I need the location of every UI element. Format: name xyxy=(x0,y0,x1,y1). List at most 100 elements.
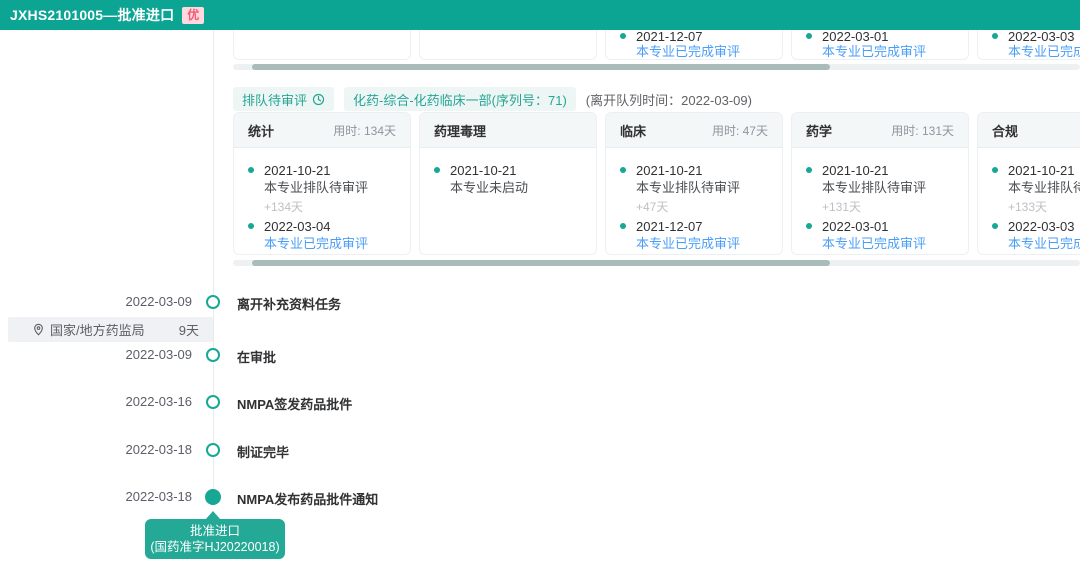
review-status-entry: 2021-10-21本专业排队待审评 xyxy=(606,162,772,196)
status-dot-icon xyxy=(806,167,812,173)
review-status-entry: 2021-10-21本专业排队待审评 xyxy=(792,162,958,196)
status-dot-icon xyxy=(992,167,998,173)
tooltip-arrow xyxy=(205,511,221,520)
review-division-tag[interactable]: 化药-综合-化药临床一部(序列号：71) xyxy=(344,87,576,111)
review-card-header: 药理毒理 xyxy=(420,113,596,148)
review-card-header: 药学用时: 131天 xyxy=(792,113,968,148)
queue-wait-duration: +131天 xyxy=(792,199,958,215)
entry-status[interactable]: 本专业已完成审评 xyxy=(636,235,772,252)
milestone-date: 2022-03-16 xyxy=(100,394,192,409)
queue-wait-duration: +47天 xyxy=(606,199,772,215)
entry-date: 2021-12-07 xyxy=(636,30,782,44)
status-dot-icon xyxy=(806,33,812,39)
entry-date: 2021-10-21 xyxy=(264,162,400,179)
entry-date: 2021-10-21 xyxy=(636,162,772,179)
review-status-entry: 2022-03-03本专业已完成审评 xyxy=(978,218,1080,252)
status-dot-icon xyxy=(992,33,998,39)
milestone-node-icon[interactable] xyxy=(206,348,220,362)
review-card: 临床 用时: 47天 2021-10-21本专业排队待审评 +47天 2021-12-0… xyxy=(605,112,783,255)
milestone-label: 离开补充资料任务 xyxy=(237,294,341,313)
entry-date: 2021-12-07 xyxy=(636,218,772,235)
milestone-node-icon[interactable] xyxy=(206,395,220,409)
entry-status[interactable]: 本专业已完成审评 xyxy=(1008,235,1080,252)
approval-result: 批准进口 xyxy=(145,523,285,539)
review-status-entry: 2022-03-01本专业已完成审评 xyxy=(792,218,958,252)
review-card-header: 统计 用时: 134天 xyxy=(234,113,410,148)
review-card-body: 2021-10-21本专业排队待审评 +47天 2021-12-07本专业已完成审评 xyxy=(606,148,782,255)
entry-status[interactable]: 本专业已完成审评 xyxy=(822,44,968,59)
leave-queue-time: (离开队列时间：2022-03-09) xyxy=(586,90,752,109)
page-title: JXHS2101005—批准进口 xyxy=(10,5,174,25)
status-dot-icon xyxy=(434,167,440,173)
queue-status-row: 排队待审评 化药-综合-化药临床一部(序列号：71) (离开队列时间：2022-… xyxy=(233,87,752,111)
agency-name: 国家/地方药监局 xyxy=(50,320,179,339)
entry-date: 2021-10-21 xyxy=(450,162,586,179)
milestone-node-icon[interactable] xyxy=(206,443,220,457)
milestone-node-icon[interactable] xyxy=(206,295,220,309)
entry-status: 本专业未启动 xyxy=(450,179,586,196)
entry-status[interactable]: 本专业已完成审评 xyxy=(264,235,400,252)
status-dot-icon xyxy=(620,223,626,229)
entry-date: 2022-03-01 xyxy=(822,30,968,44)
approval-tooltip: 批准进口 (国药准字HJ20220018) xyxy=(145,519,285,559)
review-status-entry: 2021-12-07本专业已完成审评 xyxy=(606,218,772,252)
previous-review-card: 2022-03-03本专业已完成审评 xyxy=(977,30,1080,60)
review-card: 药学用时: 131天 2021-10-21本专业排队待审评 +131天 2022-03… xyxy=(791,112,969,255)
milestone-node-filled-icon[interactable] xyxy=(205,489,221,505)
entry-date: 2022-03-01 xyxy=(822,218,958,235)
review-duration: 用时: 131天 xyxy=(891,122,954,139)
review-status-entry: 2021-12-07本专业已完成审评 xyxy=(606,30,782,59)
milestone-date: 2022-03-18 xyxy=(100,442,192,457)
milestone-date: 2022-03-18 xyxy=(100,489,192,504)
queue-status-tag[interactable]: 排队待审评 xyxy=(233,87,334,111)
location-pin-icon xyxy=(32,323,45,341)
rating-badge: 优 xyxy=(182,7,204,24)
review-status-entry: 2022-03-01本专业已完成审评 xyxy=(792,30,968,59)
milestone-date: 2022-03-09 xyxy=(100,294,192,309)
entry-date: 2022-03-03 xyxy=(1008,218,1080,235)
previous-review-card xyxy=(233,30,411,60)
entry-date: 2022-03-03 xyxy=(1008,30,1080,44)
approval-number: (国药准字HJ20220018) xyxy=(145,539,285,555)
entry-date: 2021-10-21 xyxy=(822,162,958,179)
review-discipline-name: 临床 xyxy=(620,121,646,140)
horizontal-scrollbar-bottom[interactable] xyxy=(233,260,1080,266)
review-card-body: 2021-10-21本专业排队待审评 +133天 2022-03-03本专业已完成审… xyxy=(978,148,1080,255)
review-discipline-name: 药理毒理 xyxy=(434,121,486,140)
queue-wait-duration: +134天 xyxy=(234,199,400,215)
review-card-body: 2021-10-21本专业排队待审评+134天2022-03-04本专业已完成审… xyxy=(234,148,410,255)
entry-status: 本专业排队待审评 xyxy=(264,179,400,196)
entry-status: 本专业排队待审评 xyxy=(1008,179,1080,196)
agency-duration-bar: 国家/地方药监局 9天 xyxy=(8,317,213,342)
timeline-axis-line xyxy=(213,30,214,497)
entry-status[interactable]: 本专业已完成审评 xyxy=(822,235,958,252)
review-status-entry: 2021-10-21本专业排队待审评 xyxy=(234,162,400,196)
review-discipline-name: 统计 xyxy=(248,121,274,140)
milestone-date: 2022-03-09 xyxy=(100,347,192,362)
review-card: 统计用时: 134天2021-10-21本专业排队待审评+134天2022-03… xyxy=(233,112,411,255)
review-card-body: 2021-10-21本专业未启动 xyxy=(420,148,596,206)
agency-days: 9天 xyxy=(179,320,199,339)
status-dot-icon xyxy=(620,33,626,39)
review-status-entry: 2022-03-03本专业已完成审评 xyxy=(978,30,1080,59)
entry-status[interactable]: 本专业已完成审评 xyxy=(636,44,782,59)
previous-review-card: 2021-12-07本专业已完成审评 xyxy=(605,30,783,60)
queue-status-label: 排队待审评 xyxy=(242,90,307,109)
review-duration: 用时: 47天 xyxy=(712,122,768,139)
scrollbar-thumb[interactable] xyxy=(252,64,830,70)
titlebar: JXHS2101005—批准进口 优 xyxy=(0,0,1080,30)
milestone-label: 制证完毕 xyxy=(237,442,289,461)
review-card: 药理毒理 2021-10-21本专业未启动 xyxy=(419,112,597,255)
status-dot-icon xyxy=(248,167,254,173)
horizontal-scrollbar-top[interactable] xyxy=(233,64,1080,70)
queue-wait-duration: +133天 xyxy=(978,199,1080,215)
entry-date: 2021-10-21 xyxy=(1008,162,1080,179)
status-dot-icon xyxy=(620,167,626,173)
scrollbar-thumb[interactable] xyxy=(252,260,830,266)
review-discipline-name: 合规 xyxy=(992,121,1018,140)
review-status-entry: 2021-10-21本专业未启动 xyxy=(420,162,586,196)
review-duration: 用时: 134天 xyxy=(333,122,396,139)
review-division-label: 化药-综合-化药临床一部(序列号：71) xyxy=(353,90,567,109)
entry-status[interactable]: 本专业已完成审评 xyxy=(1008,44,1080,59)
review-card-body: 2021-10-21本专业排队待审评 +131天 2022-03-01本专业已完成审… xyxy=(792,148,968,255)
